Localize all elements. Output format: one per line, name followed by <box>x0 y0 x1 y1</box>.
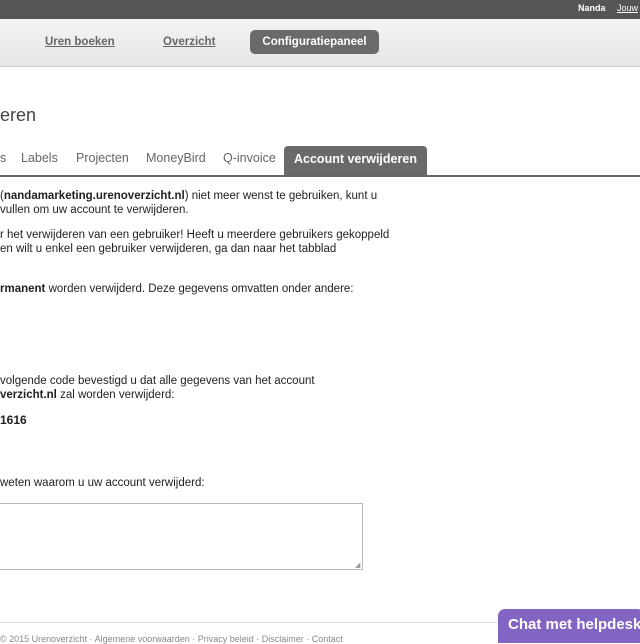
resize-handle-icon[interactable]: ◢ <box>355 562 361 569</box>
footer-text: © 2015 Urenoverzicht · Algemene voorwaar… <box>0 634 343 644</box>
confirm-line-1: volgende code bevestigd u dat alle gegev… <box>0 375 315 387</box>
tab-partial[interactable]: s <box>0 151 6 165</box>
tab-bar: s Labels Projecten MoneyBird Q-invoice A… <box>0 146 640 177</box>
nav-configuratiepaneel[interactable]: Configuratiepaneel <box>250 30 379 54</box>
tab-labels[interactable]: Labels <box>21 151 58 165</box>
intro-line-1: (nandamarketing.urenoverzicht.nl) niet m… <box>0 190 378 202</box>
username-label: Nanda <box>578 3 606 13</box>
data-info-line: rmanent worden verwijderd. Deze gegevens… <box>0 283 354 295</box>
footer-divider <box>0 622 500 623</box>
tab-moneybird[interactable]: MoneyBird <box>146 151 206 165</box>
account-link[interactable]: Jouw <box>617 3 638 13</box>
intro-line-2: vullen om uw account te verwijderen. <box>0 204 189 216</box>
tab-account-verwijderen[interactable]: Account verwijderen <box>284 146 427 175</box>
reason-label: weten waarom u uw account verwijderd: <box>0 477 205 489</box>
warning-line-2: en wilt u enkel een gebruiker verwijdere… <box>0 243 337 255</box>
nav-overzicht[interactable]: Overzicht <box>163 36 215 48</box>
top-bar: Nanda Jouw <box>0 0 640 19</box>
nav-uren-boeken[interactable]: Uren boeken <box>45 36 115 48</box>
tab-q-invoice[interactable]: Q-invoice <box>223 151 276 165</box>
reason-textarea[interactable] <box>0 503 363 570</box>
tab-projecten[interactable]: Projecten <box>76 151 129 165</box>
confirmation-code: 1616 <box>0 413 27 427</box>
page-title: eren <box>0 105 37 125</box>
confirm-line-2: verzicht.nl zal worden verwijderd: <box>0 389 175 401</box>
chat-helpdesk-button[interactable]: Chat met helpdesk <box>498 609 640 643</box>
main-nav: Uren boeken Overzicht Configuratiepaneel <box>0 19 640 67</box>
warning-line-1: r het verwijderen van een gebruiker! Hee… <box>0 229 390 241</box>
